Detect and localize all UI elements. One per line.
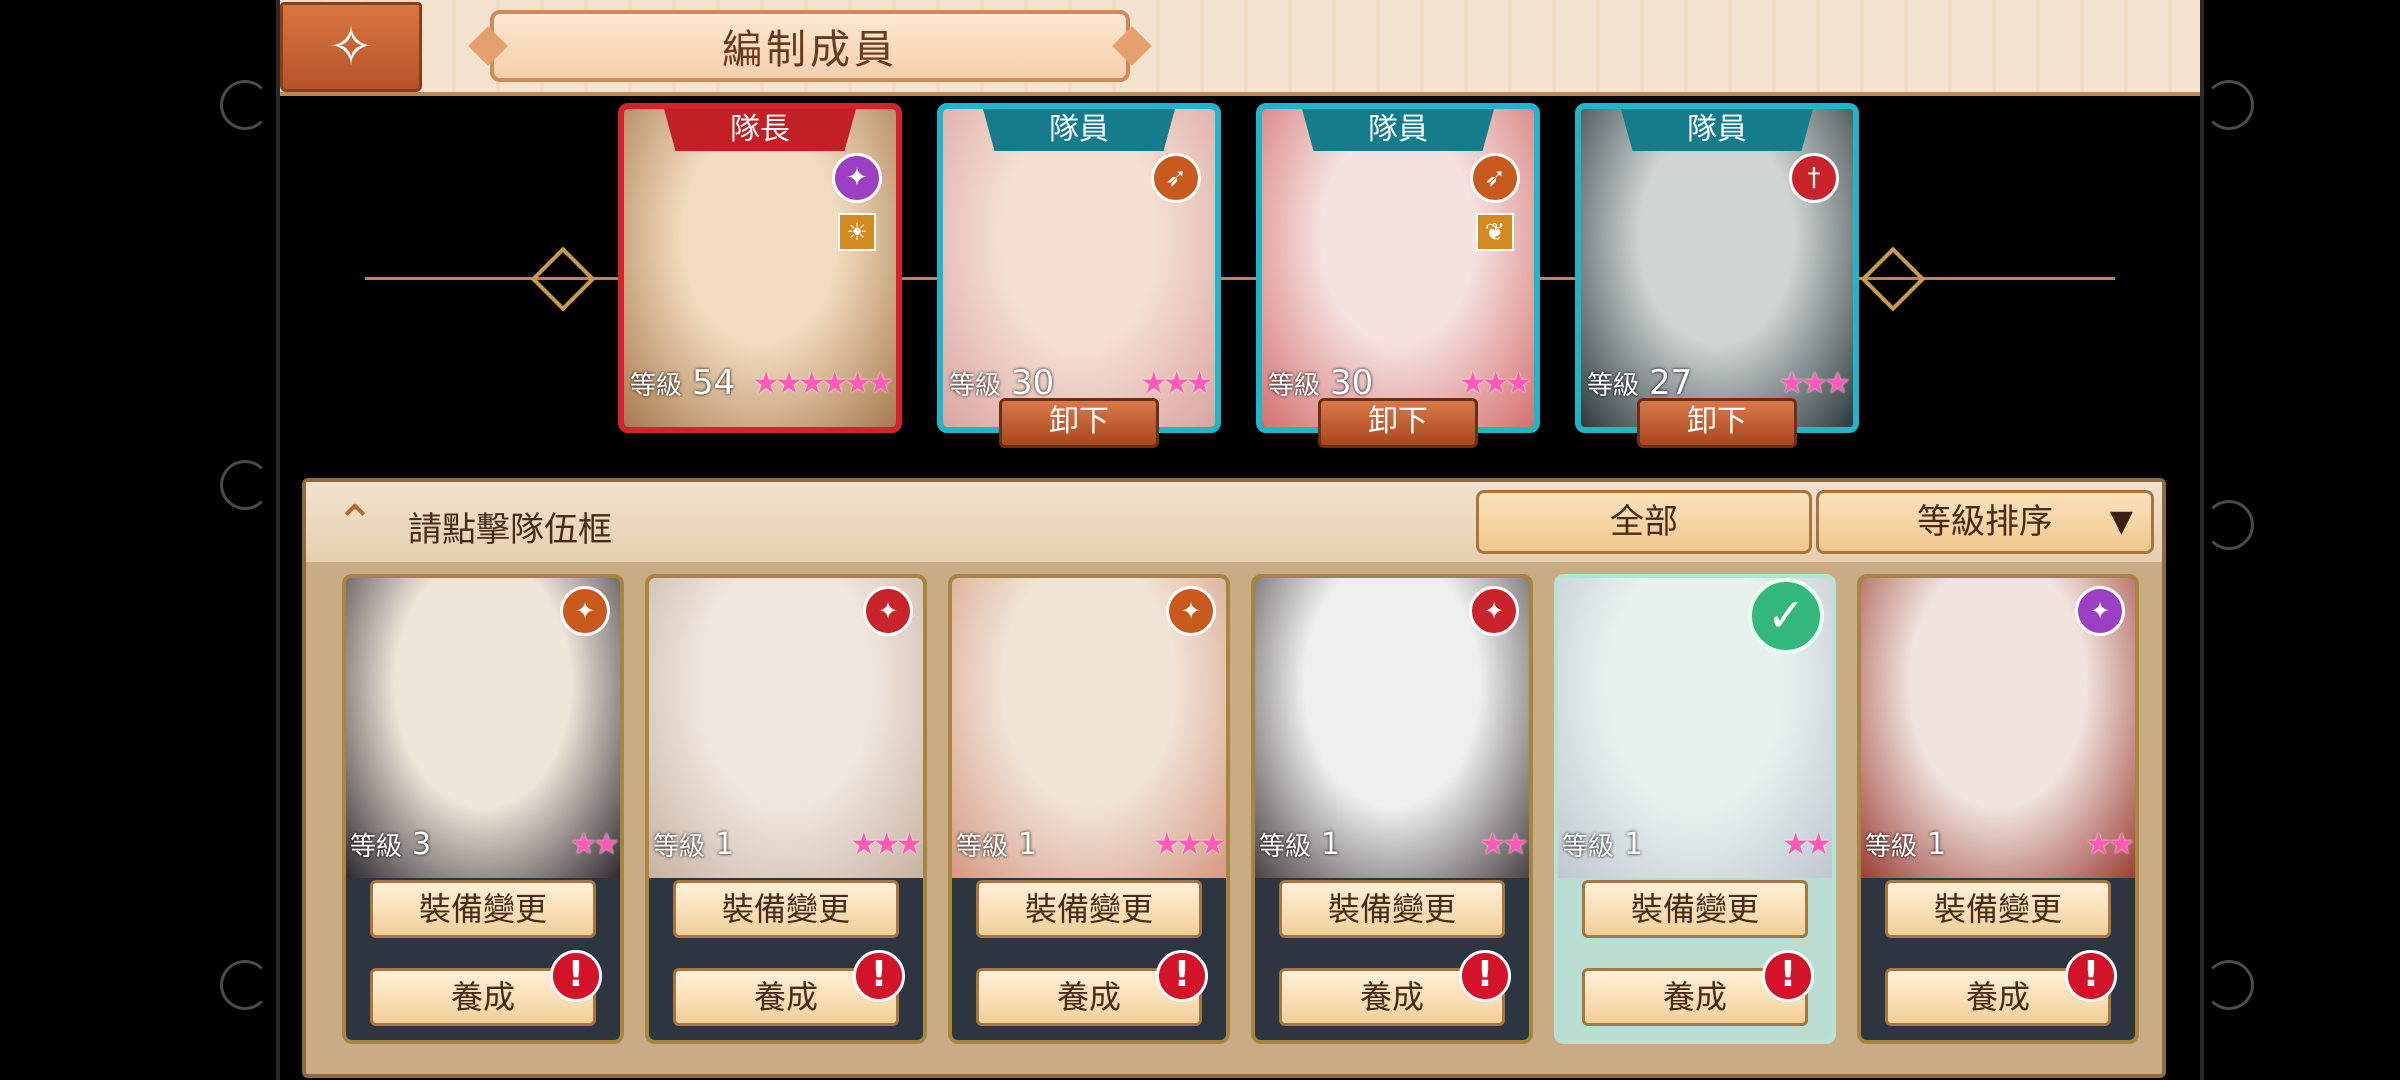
roster-card[interactable]: ✦ 等級 1 ★★★ 裝備變更 養成 ! xyxy=(948,574,1230,1044)
weapon-icon: ✦ xyxy=(2075,586,2125,636)
weapon-icon: ✦ xyxy=(863,586,913,636)
level-label: 等級 xyxy=(1268,370,1321,401)
level-label: 等級 xyxy=(350,831,403,862)
alert-icon: ! xyxy=(550,950,602,1002)
unequip-button[interactable]: 卸下 xyxy=(999,398,1159,448)
rarity-stars: ★★ xyxy=(2085,826,2135,862)
party-slot-leader[interactable]: 隊長 ✦ ☀ 等級 54 ★★★★★★ xyxy=(618,103,902,433)
level-label: 等級 xyxy=(653,831,706,862)
level-row: 等級 54 ★★★★★★ xyxy=(630,361,894,405)
rarity-stars: ★★★★★★ xyxy=(752,365,894,401)
party-slot-member[interactable]: 隊員 ➶ 等級 30 ★★★ xyxy=(937,103,1221,433)
role-banner: 隊員 xyxy=(1621,109,1813,151)
right-ornate-frame xyxy=(2190,0,2260,1080)
rarity-stars: ★★★ xyxy=(850,826,923,862)
left-ornate-frame xyxy=(220,0,290,1080)
equipment-change-button[interactable]: 裝備變更 xyxy=(1885,880,2111,938)
sword-icon: † xyxy=(1789,153,1839,203)
level-value: 30 xyxy=(1330,363,1374,403)
rarity-stars: ★★ xyxy=(570,826,620,862)
level-row: 等級 3 ★★ xyxy=(350,822,620,866)
party-slot-member[interactable]: 隊員 † 等級 27 ★★★ xyxy=(1575,103,1859,433)
line-ornament-right xyxy=(1860,246,1926,312)
level-label: 等級 xyxy=(1562,831,1615,862)
sort-level-button[interactable]: 等級排序 ▼ xyxy=(1816,490,2154,554)
roster-card[interactable]: ✓ 等級 1 ★★ 裝備變更 養成 ! xyxy=(1554,574,1836,1044)
rarity-stars: ★★ xyxy=(1782,826,1832,862)
roster-card[interactable]: ✦ 等級 1 ★★ 裝備變更 養成 ! xyxy=(1251,574,1533,1044)
level-value: 30 xyxy=(1011,363,1055,403)
equipment-change-button[interactable]: 裝備變更 xyxy=(1279,880,1505,938)
unequip-button[interactable]: 卸下 xyxy=(1637,398,1797,448)
level-label: 等級 xyxy=(949,370,1002,401)
staff-icon: ✦ xyxy=(832,153,882,203)
level-value: 1 xyxy=(1018,826,1038,862)
alert-icon: ! xyxy=(1762,950,1814,1002)
chevron-up-icon: ⌃ xyxy=(334,495,376,551)
roster-card[interactable]: ✦ 等級 1 ★★★ 裝備變更 養成 ! xyxy=(645,574,927,1044)
level-label: 等級 xyxy=(956,831,1009,862)
filter-all-button[interactable]: 全部 xyxy=(1476,490,1812,554)
character-select-panel: ⌃ 請點擊隊伍框 全部 等級排序 ▼ ✦ 等級 3 ★★ 裝備變更 養成 ! ✦… xyxy=(302,478,2166,1078)
rarity-stars: ★★ xyxy=(1479,826,1529,862)
ornate-back-icon: ✧ xyxy=(328,15,374,78)
level-row: 等級 1 ★★ xyxy=(1562,822,1832,866)
level-row: 等級 1 ★★★ xyxy=(653,822,923,866)
level-label: 等級 xyxy=(1259,831,1312,862)
spear-icon: ➶ xyxy=(1470,153,1520,203)
equipment-change-button[interactable]: 裝備變更 xyxy=(673,880,899,938)
sort-label: 等級排序 xyxy=(1917,502,2053,542)
level-value: 1 xyxy=(715,826,735,862)
equipment-change-button[interactable]: 裝備變更 xyxy=(976,880,1202,938)
unequip-button[interactable]: 卸下 xyxy=(1318,398,1478,448)
weapon-icon: ✦ xyxy=(560,586,610,636)
spear-icon: ➶ xyxy=(1151,153,1201,203)
level-value: 54 xyxy=(692,363,736,403)
panel-header: ⌃ 請點擊隊伍框 全部 等級排序 ▼ xyxy=(306,482,2162,562)
title-banner: 編制成員 xyxy=(490,10,1130,82)
level-label: 等級 xyxy=(1865,831,1918,862)
checkmark-icon: ✓ xyxy=(1748,578,1824,654)
level-value: 3 xyxy=(412,826,432,862)
alert-icon: ! xyxy=(1459,950,1511,1002)
rarity-stars: ★★★ xyxy=(1459,365,1532,401)
rarity-stars: ★★★ xyxy=(1153,826,1226,862)
roster-card[interactable]: ✦ 等級 3 ★★ 裝備變更 養成 ! xyxy=(342,574,624,1044)
weapon-icon: ✦ xyxy=(1469,586,1519,636)
level-label: 等級 xyxy=(630,370,683,401)
triangle-down-icon: ▼ xyxy=(2109,504,2133,539)
header-bar: ✧ 編制成員 xyxy=(280,0,2200,96)
equipment-change-button[interactable]: 裝備變更 xyxy=(370,880,596,938)
level-row: 等級 1 ★★★ xyxy=(956,822,1226,866)
role-banner: 隊員 xyxy=(983,109,1175,151)
alert-icon: ! xyxy=(853,950,905,1002)
level-value: 1 xyxy=(1624,826,1644,862)
hint-text: 請點擊隊伍框 xyxy=(408,510,612,550)
line-ornament-left xyxy=(530,246,596,312)
level-row: 等級 1 ★★ xyxy=(1259,822,1529,866)
level-value: 1 xyxy=(1927,826,1947,862)
equipment-change-button[interactable]: 裝備變更 xyxy=(1582,880,1808,938)
weapon-icon: ✦ xyxy=(1166,586,1216,636)
roster-card[interactable]: ✦ 等級 1 ★★ 裝備變更 養成 ! xyxy=(1857,574,2139,1044)
sun-icon: ☀ xyxy=(838,213,876,251)
alert-icon: ! xyxy=(2065,950,2117,1002)
role-banner: 隊員 xyxy=(1302,109,1494,151)
role-banner: 隊長 xyxy=(664,109,856,151)
level-label: 等級 xyxy=(1587,370,1640,401)
level-value: 1 xyxy=(1321,826,1341,862)
leaf-icon: ❦ xyxy=(1476,213,1514,251)
rarity-stars: ★★★ xyxy=(1778,365,1851,401)
alert-icon: ! xyxy=(1156,950,1208,1002)
page-title: 編制成員 xyxy=(722,27,898,73)
level-value: 27 xyxy=(1649,363,1693,403)
party-slot-member[interactable]: 隊員 ➶ ❦ 等級 30 ★★★ xyxy=(1256,103,1540,433)
rarity-stars: ★★★ xyxy=(1140,365,1213,401)
level-row: 等級 1 ★★ xyxy=(1865,822,2135,866)
back-button[interactable]: ✧ xyxy=(280,2,422,92)
